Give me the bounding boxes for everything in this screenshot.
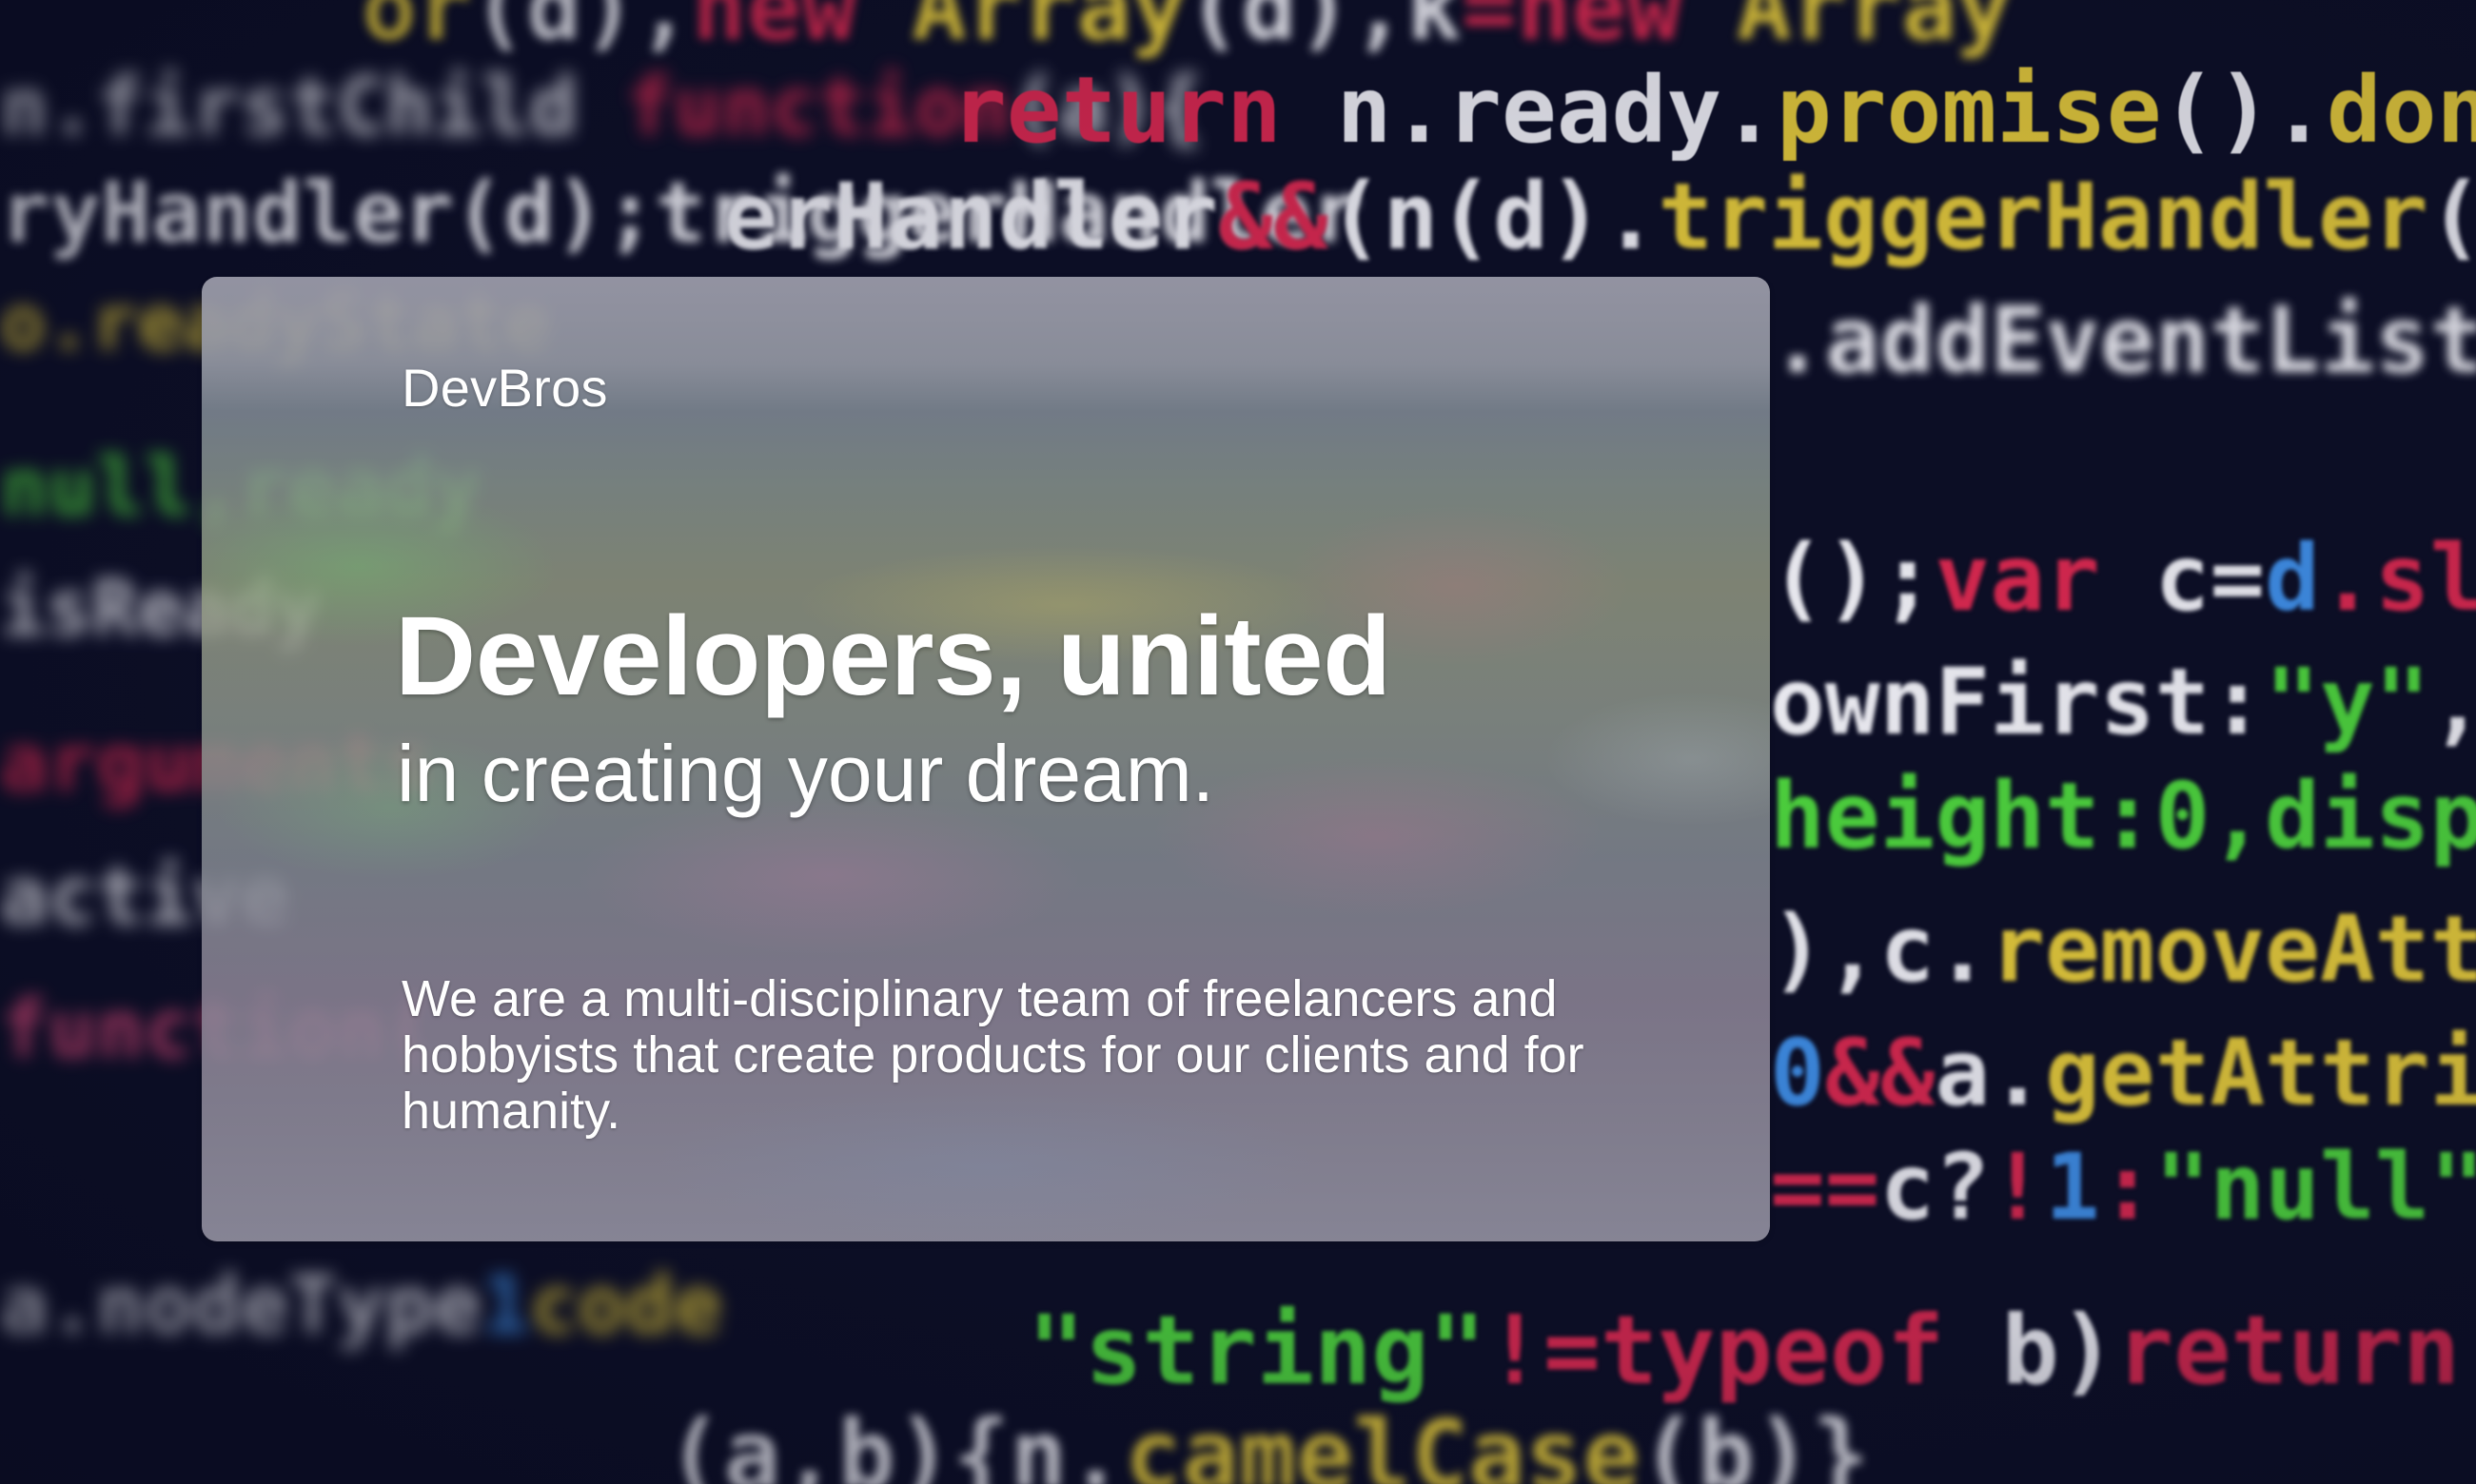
code-line: ();var c=d.slice [1770, 525, 2476, 632]
hero-section: or(d),new Array(d),k=new Array n.firstCh… [0, 0, 2476, 1484]
brand-name[interactable]: DevBros [402, 357, 608, 419]
code-line: erHandler&&(n(d).triggerHandler("ready" [723, 164, 2476, 270]
code-line: or(d),new Array(d),k=new Array [362, 0, 2012, 61]
hero-description: We are a multi-disciplinary team of free… [402, 970, 1584, 1140]
code-line: ==c?!1:"null"= [1770, 1134, 2476, 1240]
code-line: (a,b){n.camelCase(b)} [666, 1399, 1870, 1484]
code-line: ),c.removeAttribute [1770, 896, 2476, 1003]
code-line: return n.ready.promise().done [952, 57, 2476, 164]
code-line: 0&&a.getAttribute [1770, 1020, 2476, 1126]
hero-subheadline: in creating your dream. [397, 729, 1215, 818]
code-line: a.nodeType1code [0, 1259, 722, 1352]
code-line: ownFirst:"y", [1770, 649, 2476, 755]
hero-headline: Developers, united [395, 594, 1391, 719]
code-line: height:0,display [1770, 763, 2476, 869]
code-line: "string"!=typeof b)return [1028, 1295, 2461, 1406]
code-line: .addEventListener( [1770, 287, 2476, 394]
hero-card: DevBros Developers, united in creating y… [202, 277, 1770, 1241]
